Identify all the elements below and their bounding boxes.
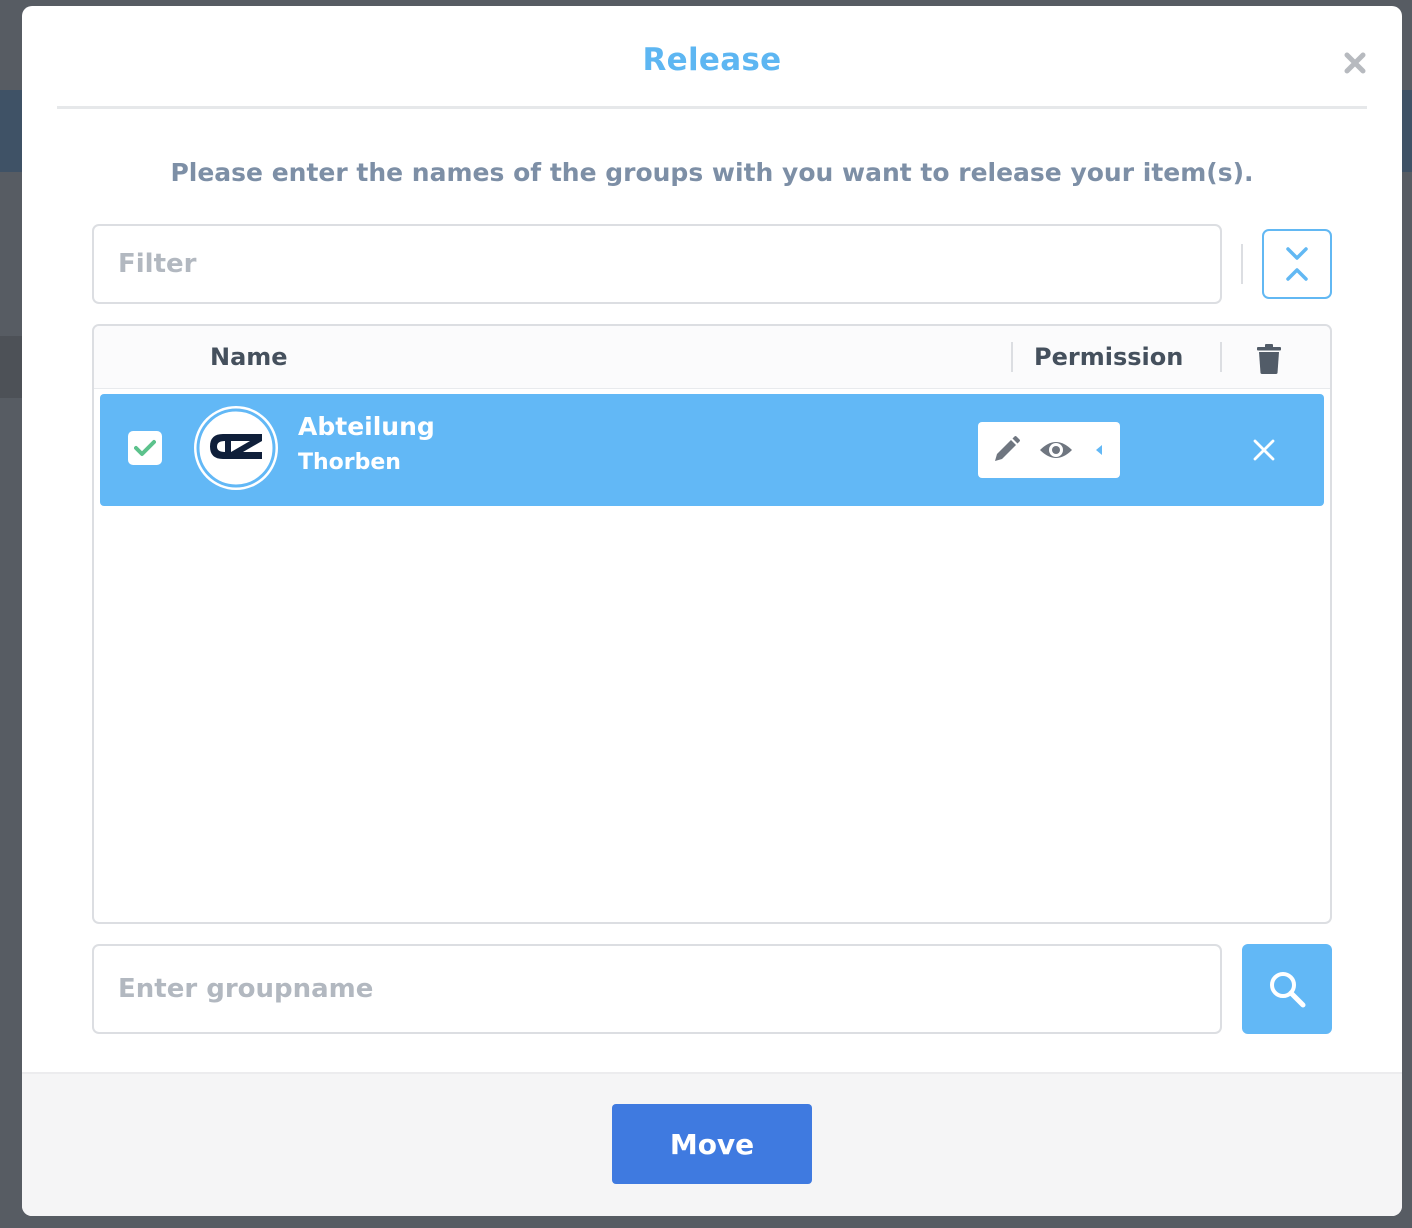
instruction-text: Please enter the names of the groups wit… [170,158,1254,187]
filter-divider [1241,244,1243,284]
row-checkbox[interactable] [128,431,162,465]
column-header-permission[interactable]: Permission [1034,343,1183,371]
column-divider [1220,342,1222,372]
title-divider [57,106,1367,109]
backdrop-right-strip [1402,90,1412,172]
x-icon[interactable] [1252,438,1276,466]
release-modal: Release Please enter the names of the gr… [22,6,1402,1216]
move-button[interactable]: Move [612,1104,812,1184]
search-button[interactable] [1242,944,1332,1034]
row-subtitle: Thorben [298,450,401,475]
permission-selector[interactable] [978,422,1120,478]
row-title: Abteilung [298,412,435,441]
expand-collapse-button[interactable] [1262,229,1332,299]
backdrop-row-strip [0,336,22,398]
modal-footer: Move [22,1072,1402,1216]
check-icon [134,440,156,456]
az-logo [196,408,276,488]
table-header: Name Permission [94,326,1330,389]
pencil-icon[interactable] [990,434,1022,466]
table-row[interactable]: Abteilung Thorben [100,394,1324,506]
expand-collapse-icon [1286,247,1308,281]
trash-icon[interactable] [1257,344,1281,378]
backdrop-header-strip [0,90,22,172]
groupname-input[interactable] [92,944,1222,1034]
groups-table: Name Permission Abteilung Thorben [92,324,1332,924]
column-divider [1011,342,1013,372]
avatar [194,406,278,490]
filter-input[interactable] [92,224,1222,304]
search-icon [1270,972,1306,1008]
column-header-name[interactable]: Name [210,343,288,371]
eye-icon[interactable] [1038,437,1074,463]
caret-left-icon[interactable] [1094,443,1104,457]
modal-title: Release [642,42,782,78]
close-icon[interactable] [1338,46,1372,80]
